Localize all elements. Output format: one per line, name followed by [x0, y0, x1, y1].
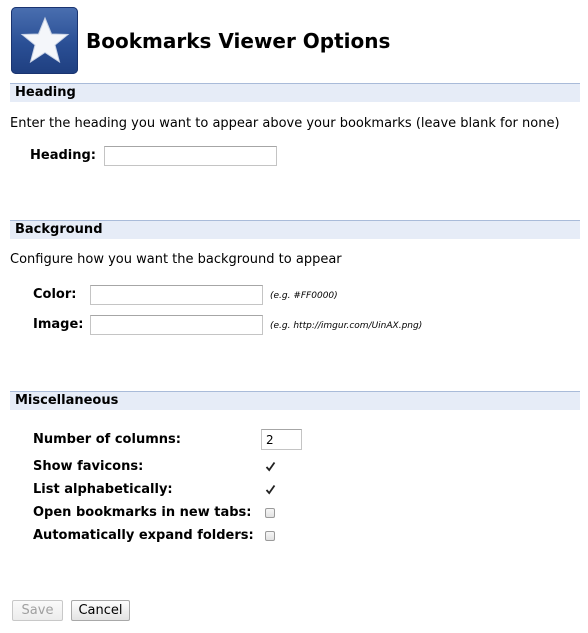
open-new-tabs-label: Open bookmarks in new tabs:: [33, 505, 252, 520]
list-alphabetically-checkbox[interactable]: [264, 483, 277, 496]
columns-input[interactable]: [261, 429, 302, 450]
section-header-miscellaneous: Miscellaneous: [10, 391, 580, 410]
heading-label: Heading:: [30, 148, 96, 163]
options-page: Bookmarks Viewer Options Heading Enter t…: [0, 0, 588, 633]
color-label: Color:: [33, 287, 77, 302]
show-favicons-checkbox[interactable]: [264, 460, 277, 473]
heading-description: Enter the heading you want to appear abo…: [10, 116, 560, 131]
columns-label: Number of columns:: [33, 432, 181, 447]
expand-folders-checkbox[interactable]: [265, 531, 275, 541]
color-hint: (e.g. #FF0000): [270, 291, 338, 301]
expand-folders-label: Automatically expand folders:: [33, 528, 254, 543]
checkmark-icon: [265, 461, 276, 472]
page-title: Bookmarks Viewer Options: [86, 29, 391, 53]
app-logo: [11, 7, 78, 74]
image-hint: (e.g. http://imgur.com/UinAX.png): [270, 321, 423, 331]
checkmark-icon: [265, 484, 276, 495]
image-label: Image:: [33, 317, 84, 332]
section-header-background: Background: [10, 220, 580, 239]
color-input[interactable]: [90, 285, 263, 305]
heading-input[interactable]: [104, 146, 277, 166]
open-new-tabs-checkbox[interactable]: [265, 508, 275, 518]
section-header-heading: Heading: [10, 83, 580, 102]
save-button[interactable]: Save: [12, 600, 63, 621]
star-icon: [20, 16, 69, 63]
show-favicons-label: Show favicons:: [33, 459, 144, 474]
background-description: Configure how you want the background to…: [10, 252, 342, 267]
list-alphabetically-label: List alphabetically:: [33, 482, 173, 497]
image-input[interactable]: [90, 315, 263, 335]
cancel-button[interactable]: Cancel: [71, 600, 130, 621]
